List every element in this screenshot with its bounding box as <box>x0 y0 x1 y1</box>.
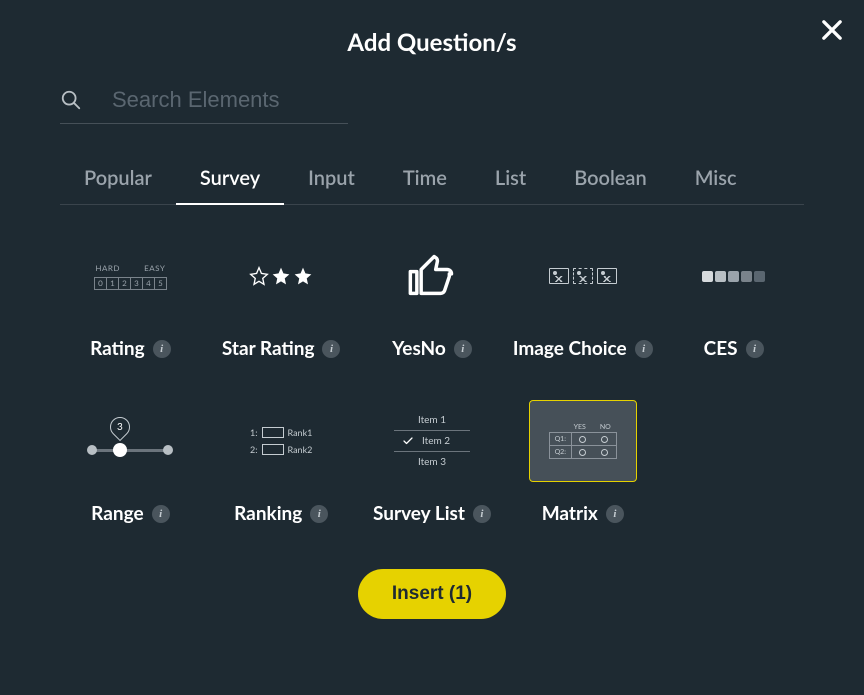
info-icon[interactable]: i <box>635 340 653 358</box>
search-input[interactable] <box>112 87 312 113</box>
ces-icon <box>680 235 788 317</box>
check-icon <box>402 435 414 447</box>
tab-boolean[interactable]: Boolean <box>550 166 671 204</box>
tab-misc[interactable]: Misc <box>671 166 761 204</box>
element-label: Matrix <box>542 502 598 525</box>
element-label: Rating <box>90 337 145 360</box>
insert-button[interactable]: Insert (1) <box>358 569 506 619</box>
element-label: YesNo <box>392 337 446 360</box>
element-grid: HARD EASY 0 1 2 3 4 5 Rating i <box>60 235 804 525</box>
element-yesno[interactable]: YesNo i <box>362 235 503 360</box>
element-label: Image Choice <box>513 337 627 360</box>
element-ranking[interactable]: 1:Rank1 2:Rank2 Ranking i <box>211 400 352 525</box>
info-icon[interactable]: i <box>152 505 170 523</box>
element-ces[interactable]: CES i <box>663 235 804 360</box>
element-survey-list[interactable]: Item 1 Item 2 Item 3 Survey List i <box>362 400 503 525</box>
close-icon <box>818 16 846 44</box>
info-icon[interactable]: i <box>746 340 764 358</box>
element-star-rating[interactable]: Star Rating i <box>211 235 352 360</box>
tab-popular[interactable]: Popular <box>60 166 176 204</box>
thumbs-up-icon <box>378 235 486 317</box>
tab-list[interactable]: List <box>471 166 550 204</box>
info-icon[interactable]: i <box>473 505 491 523</box>
tab-survey[interactable]: Survey <box>176 166 284 204</box>
search-icon <box>60 89 82 111</box>
search-field[interactable] <box>60 87 348 124</box>
element-matrix[interactable]: YES NO Q1: Q2: Matrix i <box>512 400 653 525</box>
image-choice-icon <box>529 235 637 317</box>
tab-time[interactable]: Time <box>379 166 471 204</box>
element-rating[interactable]: HARD EASY 0 1 2 3 4 5 Rating i <box>60 235 201 360</box>
rating-icon: HARD EASY 0 1 2 3 4 5 <box>76 235 184 317</box>
range-icon: 3 <box>76 400 184 482</box>
element-label: CES <box>704 337 738 360</box>
info-icon[interactable]: i <box>310 505 328 523</box>
element-label: Survey List <box>373 502 465 525</box>
matrix-icon: YES NO Q1: Q2: <box>529 400 637 482</box>
close-button[interactable] <box>818 16 846 44</box>
element-image-choice[interactable]: Image Choice i <box>512 235 653 360</box>
element-label: Range <box>91 502 143 525</box>
element-range[interactable]: 3 Range i <box>60 400 201 525</box>
ranking-icon: 1:Rank1 2:Rank2 <box>227 400 335 482</box>
info-icon[interactable]: i <box>454 340 472 358</box>
tabs: Popular Survey Input Time List Boolean M… <box>60 166 804 205</box>
element-label: Ranking <box>234 502 302 525</box>
modal-title: Add Question/s <box>0 0 864 57</box>
info-icon[interactable]: i <box>322 340 340 358</box>
tab-input[interactable]: Input <box>284 166 379 204</box>
info-icon[interactable]: i <box>153 340 171 358</box>
star-rating-icon <box>227 235 335 317</box>
element-label: Star Rating <box>222 337 315 360</box>
info-icon[interactable]: i <box>606 505 624 523</box>
survey-list-icon: Item 1 Item 2 Item 3 <box>378 400 486 482</box>
